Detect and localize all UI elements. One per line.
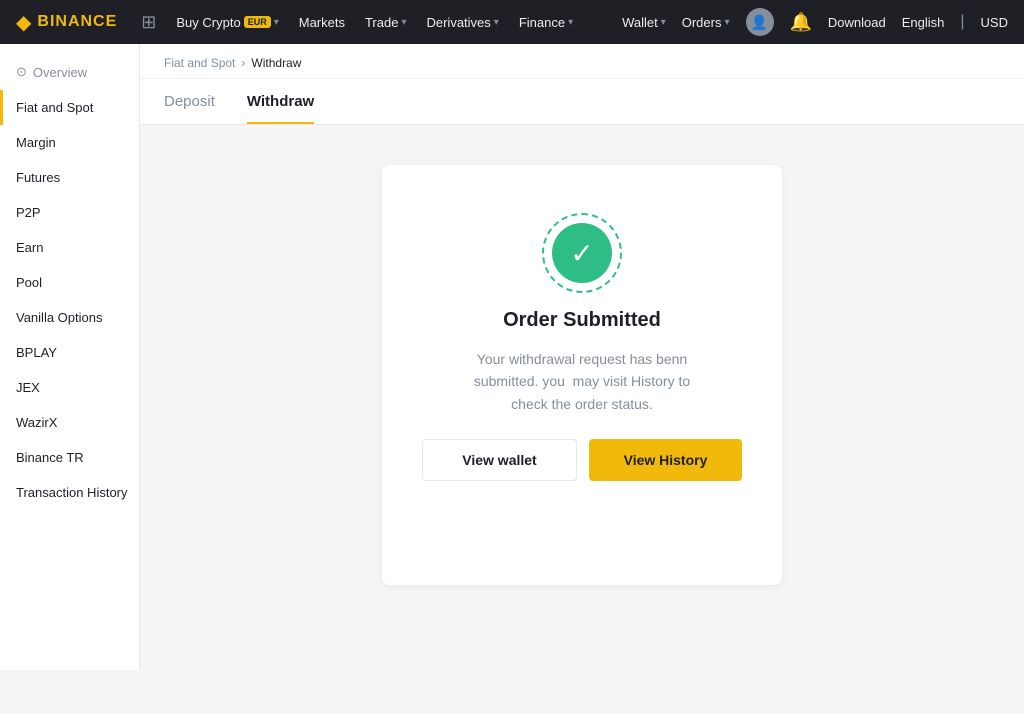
sidebar-item-p2p[interactable]: P2P: [0, 195, 139, 230]
tabs-bar: Deposit Withdraw: [140, 79, 1024, 125]
sidebar-item-transaction-history[interactable]: Transaction History: [0, 475, 139, 510]
logo-area[interactable]: ◆ BINANCE: [16, 10, 117, 35]
nav-download[interactable]: Download: [828, 15, 886, 30]
view-wallet-button[interactable]: View wallet: [422, 439, 577, 481]
sidebar-item-earn[interactable]: Earn: [0, 230, 139, 265]
chevron-down-icon: ▾: [661, 17, 666, 28]
nav-finance[interactable]: Finance ▾: [519, 15, 573, 30]
eur-badge: EUR: [244, 16, 271, 28]
sidebar-item-jex[interactable]: JEX: [0, 370, 139, 405]
success-description: Your withdrawal request has bennsubmitte…: [474, 348, 690, 415]
success-dashed-circle: [542, 213, 622, 293]
sidebar-item-bplay[interactable]: BPLAY: [0, 335, 139, 370]
breadcrumb-home[interactable]: Fiat and Spot: [164, 56, 235, 70]
bell-icon[interactable]: 🔔: [790, 12, 812, 33]
chevron-down-icon: ▾: [494, 17, 499, 28]
nav-wallet[interactable]: Wallet ▾: [622, 15, 666, 30]
success-card: ✓ Order Submitted Your withdrawal reques…: [382, 165, 782, 585]
binance-logo-icon: ◆: [16, 10, 31, 35]
nav-currency[interactable]: USD: [981, 15, 1008, 30]
tab-deposit[interactable]: Deposit: [164, 79, 215, 124]
chevron-down-icon: ▾: [568, 17, 573, 28]
app-layout: ⊙ Overview Fiat and Spot Margin Futures …: [0, 44, 1024, 670]
tab-withdraw[interactable]: Withdraw: [247, 79, 314, 124]
sidebar-item-fiat-and-spot[interactable]: Fiat and Spot: [0, 90, 139, 125]
nav-buy-crypto[interactable]: Buy Crypto EUR ▾: [176, 15, 278, 30]
sidebar: ⊙ Overview Fiat and Spot Margin Futures …: [0, 44, 140, 670]
sidebar-item-binance-tr[interactable]: Binance TR: [0, 440, 139, 475]
view-history-button[interactable]: View History: [589, 439, 742, 481]
grid-icon[interactable]: ⊞: [141, 12, 156, 33]
breadcrumb-separator: ›: [241, 56, 245, 70]
topnav-right: Wallet ▾ Orders ▾ 👤 🔔 Download English |…: [622, 8, 1008, 36]
chevron-down-icon: ▾: [724, 17, 729, 28]
top-navigation: ◆ BINANCE ⊞ Buy Crypto EUR ▾ Markets Tra…: [0, 0, 1024, 44]
currency-divider: |: [960, 13, 964, 31]
action-buttons: View wallet View History: [422, 439, 742, 481]
nav-markets[interactable]: Markets: [299, 15, 345, 30]
user-avatar[interactable]: 👤: [746, 8, 774, 36]
success-title: Order Submitted: [503, 309, 661, 332]
nav-language[interactable]: English: [902, 15, 945, 30]
sidebar-item-vanilla-options[interactable]: Vanilla Options: [0, 300, 139, 335]
sidebar-item-futures[interactable]: Futures: [0, 160, 139, 195]
binance-logo-text: BINANCE: [37, 13, 117, 31]
overview-icon: ⊙: [16, 64, 27, 80]
breadcrumb-current: Withdraw: [251, 56, 301, 70]
main-content: Fiat and Spot › Withdraw Deposit Withdra…: [140, 44, 1024, 670]
nav-orders[interactable]: Orders ▾: [682, 15, 730, 30]
sidebar-item-pool[interactable]: Pool: [0, 265, 139, 300]
sidebar-item-overview[interactable]: ⊙ Overview: [0, 54, 139, 90]
chevron-down-icon: ▾: [401, 17, 406, 28]
nav-derivatives[interactable]: Derivatives ▾: [426, 15, 498, 30]
sidebar-item-margin[interactable]: Margin: [0, 125, 139, 160]
content-area: ✓ Order Submitted Your withdrawal reques…: [140, 125, 1024, 625]
success-icon-wrapper: ✓: [542, 213, 622, 293]
chevron-down-icon: ▾: [274, 17, 279, 28]
sidebar-item-wazirx[interactable]: WazirX: [0, 405, 139, 440]
breadcrumb: Fiat and Spot › Withdraw: [140, 44, 1024, 79]
nav-trade[interactable]: Trade ▾: [365, 15, 407, 30]
